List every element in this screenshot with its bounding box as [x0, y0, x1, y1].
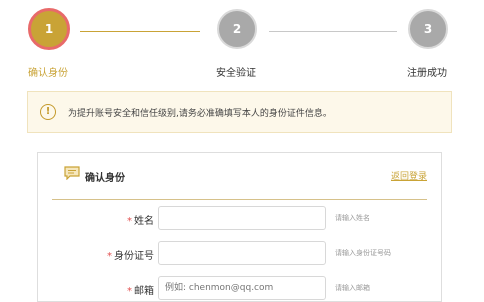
id-number-label: * 身份证号 [107, 247, 154, 262]
name-label-text: 姓名 [134, 216, 154, 227]
card-title: 确认身份 [85, 173, 125, 184]
id-number-hint: 请输入身份证号码 [335, 249, 391, 257]
id-number-input[interactable] [158, 241, 326, 265]
name-hint: 请输入姓名 [335, 214, 370, 222]
step-connector-2 [269, 31, 397, 32]
identity-form-card: 确认身份 返回登录 *姓名 请输入姓名 *身份证号 请输入身份证号码 *邮箱 请… [37, 152, 442, 302]
email-input[interactable] [158, 276, 326, 300]
step-2-circle: 2 [217, 9, 257, 49]
id-number-field-row: * 身份证号 请输入身份证号码 [38, 241, 441, 267]
step-connector-1 [80, 31, 200, 32]
name-field-row: * 姓名 请输入姓名 [38, 206, 441, 232]
required-mark: * [107, 251, 112, 262]
email-hint: 请输入邮箱 [335, 284, 370, 292]
step-1-label: 确认身份 [28, 68, 68, 79]
step-2-number: 2 [232, 22, 242, 36]
back-to-login-link[interactable]: 返回登录 [391, 169, 427, 182]
chat-bubble-icon [64, 166, 80, 180]
notice-text: 为提升账号安全和信任级别,请务必准确填写本人的身份证件信息。 [68, 109, 332, 119]
required-mark: * [127, 216, 132, 227]
step-3-number: 3 [423, 22, 433, 36]
step-1-number: 1 [44, 22, 54, 36]
card-header: 确认身份 返回登录 [38, 153, 441, 199]
name-input[interactable] [158, 206, 326, 230]
email-label-text: 邮箱 [134, 286, 154, 297]
exclamation-circle-icon: ! [40, 104, 56, 120]
step-1-circle: 1 [28, 8, 70, 50]
step-3-circle: 3 [408, 9, 448, 49]
step-2-label: 安全验证 [216, 68, 256, 79]
email-field-row: *邮箱 请输入邮箱 [38, 276, 441, 302]
email-label: * 邮箱 [127, 282, 154, 297]
id-number-label-text: 身份证号 [114, 251, 154, 262]
notice-banner: ! 为提升账号安全和信任级别,请务必准确填写本人的身份证件信息。 [27, 91, 452, 133]
step-3-label: 注册成功 [407, 68, 447, 79]
card-divider [52, 199, 427, 200]
name-label: * 姓名 [127, 212, 154, 227]
required-mark: * [127, 286, 132, 297]
